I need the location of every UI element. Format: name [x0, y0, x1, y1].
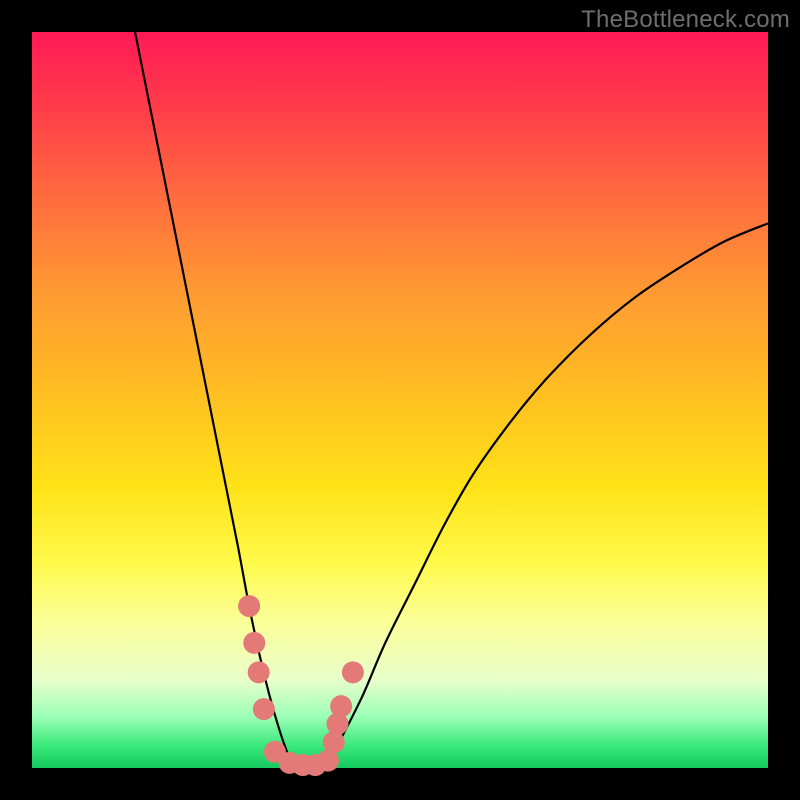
curve-layer — [135, 32, 768, 768]
marker-dot — [323, 731, 345, 753]
marker-layer — [238, 595, 364, 776]
curve-left-curve — [135, 32, 293, 768]
marker-dot — [253, 698, 275, 720]
plot-area — [32, 32, 768, 768]
marker-dot — [243, 632, 265, 654]
watermark-text: TheBottleneck.com — [581, 6, 790, 34]
marker-dot — [330, 695, 352, 717]
marker-dot — [248, 661, 270, 683]
chart-frame: TheBottleneck.com — [0, 0, 800, 800]
curve-right-curve — [326, 223, 768, 768]
marker-dot — [342, 661, 364, 683]
marker-dot — [238, 595, 260, 617]
curves-svg — [32, 32, 768, 768]
